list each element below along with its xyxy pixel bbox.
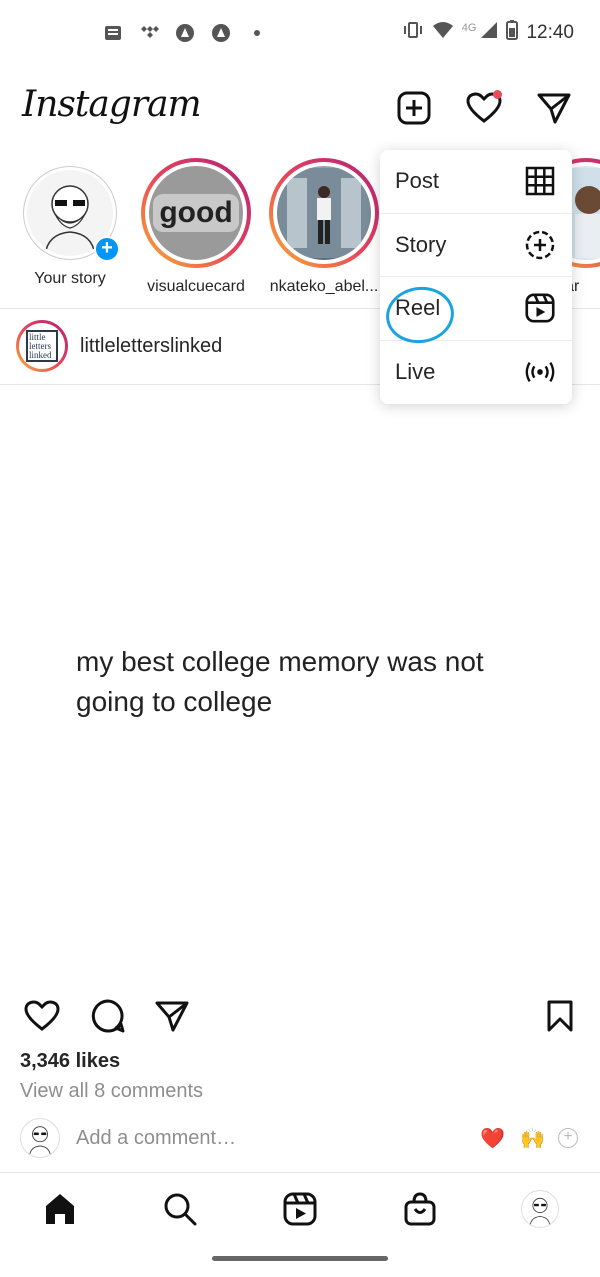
create-menu: Post Story Reel Live [380, 150, 572, 404]
add-story-icon[interactable]: + [94, 236, 120, 262]
like-icon[interactable] [22, 996, 62, 1036]
highlight-circle [382, 282, 458, 348]
app-icon [174, 22, 196, 44]
status-right: 4G 12:40 [402, 20, 574, 45]
battery-icon [506, 20, 519, 45]
story-label: visualcuecard [147, 278, 245, 295]
app-header: Instagram [0, 70, 600, 150]
story-label: nkateko_abel... [269, 278, 379, 295]
status-bar: 4G 12:40 [0, 0, 600, 70]
signal-icon [480, 21, 498, 44]
new-post-icon[interactable] [396, 90, 432, 126]
story-ring: good [141, 158, 251, 268]
save-icon[interactable] [540, 996, 580, 1036]
story-ring [269, 158, 379, 268]
menu-item-reel[interactable]: Reel [380, 277, 572, 348]
reel-icon [524, 292, 556, 324]
menu-item-label: Live [395, 359, 436, 385]
story-label: Your story [34, 270, 106, 287]
likes-count[interactable]: 3,346 likes [20, 1050, 120, 1073]
menu-item-live[interactable]: Live [380, 341, 572, 405]
post-actions [0, 996, 600, 1040]
heart-emoji-button[interactable]: ❤️ [480, 1126, 505, 1151]
menu-item-post[interactable]: Post [380, 150, 572, 214]
menu-item-label: Story [395, 231, 447, 257]
littleletterslinked-logo: little letters linked [26, 330, 58, 362]
direct-message-icon[interactable] [536, 90, 572, 126]
notification-dot [493, 90, 502, 99]
tidal-icon [138, 22, 160, 44]
shop-icon[interactable] [400, 1189, 440, 1229]
story-nkateko[interactable]: nkateko_abel... [260, 158, 388, 296]
instagram-logo[interactable]: Instagram [22, 84, 202, 125]
search-icon[interactable] [160, 1189, 200, 1229]
menu-item-label: Post [395, 168, 440, 194]
app-icon [210, 22, 232, 44]
reels-icon[interactable] [280, 1189, 320, 1229]
live-icon [524, 356, 556, 388]
add-comment-row: Add a comment… ❤️ 🙌 + [20, 1116, 580, 1160]
comment-icon[interactable] [88, 996, 128, 1036]
message-icon [102, 22, 124, 44]
post-avatar[interactable]: little letters linked [16, 320, 68, 372]
avatar-text: good [153, 194, 239, 232]
wifi-icon [432, 21, 454, 44]
avatar [521, 1190, 559, 1228]
avatar: good [149, 166, 243, 260]
avatar [20, 1118, 60, 1158]
gesture-bar[interactable] [212, 1256, 388, 1261]
raised-hands-emoji-button[interactable]: 🙌 [520, 1126, 545, 1151]
post-username[interactable]: littleletterslinked [80, 335, 222, 358]
menu-item-story[interactable]: Story [380, 214, 572, 277]
grid-icon [524, 165, 556, 197]
story-visualcuecard[interactable]: good visualcuecard [132, 158, 260, 296]
bottom-nav [0, 1172, 600, 1246]
post-text: my best college memory was not going to … [76, 646, 484, 717]
clock: 12:40 [526, 21, 574, 43]
comment-input[interactable]: Add a comment… [76, 1127, 236, 1150]
view-all-comments-link[interactable]: View all 8 comments [20, 1080, 203, 1103]
status-left-icons [102, 22, 268, 44]
share-icon[interactable] [152, 996, 192, 1036]
story-your-story[interactable]: + Your story [6, 158, 134, 288]
profile-avatar[interactable] [520, 1189, 560, 1229]
more-emoji-icon[interactable]: + [558, 1128, 578, 1148]
story-plus-icon [524, 229, 556, 261]
post-header: little letters linked littleletterslinke… [16, 318, 222, 374]
vibrate-icon [402, 21, 424, 44]
network-type: 4G [461, 21, 477, 34]
dot-icon [246, 22, 268, 44]
home-icon[interactable] [40, 1189, 80, 1229]
heart-icon[interactable] [466, 90, 502, 126]
avatar [277, 166, 371, 260]
